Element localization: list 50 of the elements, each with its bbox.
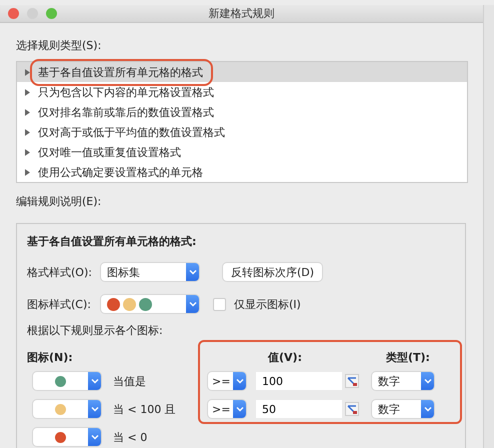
checkbox-label: 仅显示图标(I) bbox=[234, 296, 301, 312]
expand-triangle-icon bbox=[25, 148, 30, 156]
chevron-icon bbox=[424, 406, 432, 412]
format-style-dropdown[interactable]: 图标集 bbox=[101, 263, 199, 281]
icon-dropdown[interactable] bbox=[33, 428, 101, 446]
operator-dropdown[interactable]: >= bbox=[208, 372, 246, 390]
field-label: 图标样式(C): bbox=[27, 296, 92, 312]
chevron-icon bbox=[424, 378, 432, 384]
panel-heading: 基于各自值设置所有单元格的格式: bbox=[27, 234, 198, 250]
icon-style-dropdown[interactable] bbox=[101, 295, 199, 313]
column-header: 类型(T): bbox=[386, 350, 430, 364]
close-button[interactable] bbox=[8, 8, 19, 19]
expand-triangle-icon bbox=[25, 88, 30, 96]
reverse-order-button[interactable]: 反转图标次序(D) bbox=[223, 263, 322, 281]
field-label: 格式样式(O): bbox=[27, 264, 93, 280]
value-field[interactable]: 50 bbox=[256, 400, 342, 418]
icon-dropdown[interactable] bbox=[33, 372, 101, 390]
rule-type-item[interactable]: 只为包含以下内容的单元格设置格式 bbox=[17, 82, 467, 102]
type-dropdown[interactable]: 数字 bbox=[372, 400, 434, 418]
rule-type-item[interactable]: 使用公式确定要设置格式的单元格 bbox=[17, 162, 467, 182]
icon-dropdown[interactable] bbox=[33, 400, 101, 418]
rules-label: 根据以下规则显示各个图标: bbox=[27, 324, 164, 338]
expand-triangle-icon bbox=[25, 108, 30, 116]
chevron-icon bbox=[90, 378, 98, 384]
chevron-icon bbox=[188, 301, 196, 307]
chevron-icon bbox=[236, 406, 244, 412]
type-dropdown[interactable]: 数字 bbox=[372, 372, 434, 390]
condition-text: 当值是 bbox=[113, 374, 146, 388]
condition-text: 当 < 0 bbox=[113, 430, 148, 444]
chevron-icon bbox=[90, 406, 98, 412]
rule-type-item[interactable]: 仅对高于或低于平均值的数值设置格式 bbox=[17, 122, 467, 142]
expand-triangle-icon bbox=[25, 128, 30, 136]
section-label: 编辑规则说明(E): bbox=[16, 195, 102, 209]
chevron-icon bbox=[90, 434, 98, 440]
expand-triangle-icon bbox=[25, 168, 30, 176]
column-header: 图标(N): bbox=[27, 350, 73, 364]
value-field[interactable]: 100 bbox=[256, 372, 342, 390]
expand-triangle-icon bbox=[25, 68, 30, 76]
chevron-icon bbox=[188, 269, 196, 275]
cell-picker-icon[interactable] bbox=[345, 374, 359, 388]
section-label: 选择规则类型(S): bbox=[16, 39, 102, 53]
column-header: 值(V): bbox=[268, 350, 302, 364]
rule-type-item[interactable]: 仅对排名靠前或靠后的数值设置格式 bbox=[17, 102, 467, 122]
rule-type-item[interactable]: 仅对唯一值或重复值设置格式 bbox=[17, 142, 467, 162]
chevron-icon bbox=[236, 378, 244, 384]
cell-picker-icon[interactable] bbox=[345, 402, 359, 416]
condition-text: 当 < 100 且 bbox=[113, 402, 176, 416]
checkbox[interactable] bbox=[213, 298, 226, 310]
operator-dropdown[interactable]: >= bbox=[208, 400, 246, 418]
window-title: 新建格式规则 bbox=[208, 6, 274, 21]
